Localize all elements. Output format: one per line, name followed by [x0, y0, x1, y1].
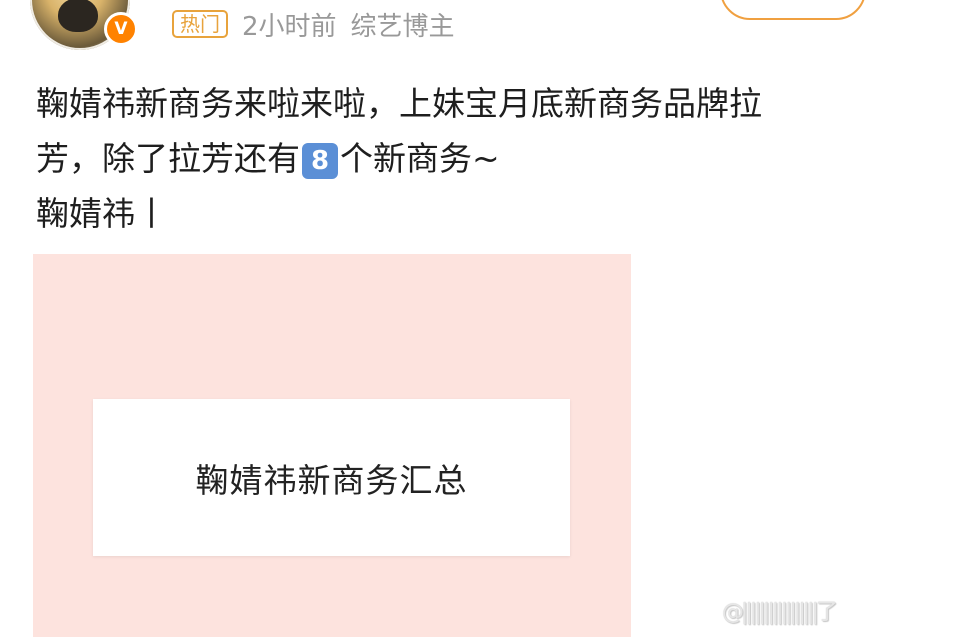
keycap-8-icon: 8: [302, 142, 338, 179]
post-meta: 热门 2小时前 综艺博主: [172, 6, 455, 42]
post-text-segment: 芳，除了拉芳还有: [36, 139, 300, 178]
post-body: 鞠婧祎新商务来啦来啦，上妹宝月底新商务品牌拉 芳，除了拉芳还有 8 个新商务~ 鞠婧…: [36, 76, 936, 241]
author-type: 综艺博主: [350, 11, 455, 42]
post-text-line: 芳，除了拉芳还有 8 个新商务~: [36, 131, 936, 186]
post-time: 2小时前: [242, 11, 337, 42]
post-text-line: 鞠婧祎新商务来啦来啦，上妹宝月底新商务品牌拉: [36, 84, 762, 123]
hot-tag: 热门: [172, 10, 228, 38]
post-text-segment: 个新商务~: [340, 139, 500, 178]
avatar-figure: [58, 0, 98, 32]
follow-button[interactable]: [720, 0, 866, 20]
verified-badge-icon: V: [104, 12, 138, 46]
image-title-box: 鞠婧祎新商务汇总: [93, 399, 570, 556]
watermark: @|||||||||||||||||了: [722, 600, 838, 625]
post-text-line: 鞠婧祎丨: [36, 194, 168, 233]
image-title: 鞠婧祎新商务汇总: [195, 460, 468, 500]
post-image[interactable]: 鞠婧祎新商务汇总: [33, 254, 631, 637]
